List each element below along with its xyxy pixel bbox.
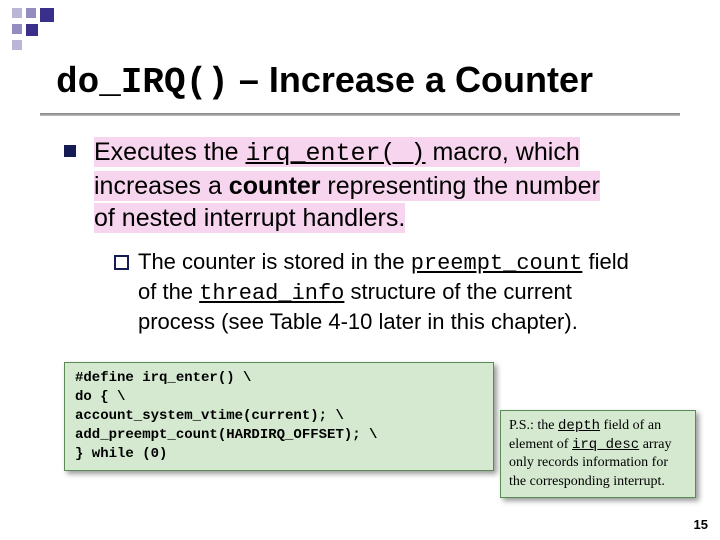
- t: P.S.: the: [509, 418, 558, 433]
- t: Executes the: [94, 138, 245, 166]
- t: process (see Table 4-10 later in this ch…: [138, 309, 578, 334]
- t: macro, which: [426, 138, 580, 166]
- corner-decoration: [0, 0, 120, 70]
- t: field: [582, 249, 628, 274]
- code-thread-info: thread_info: [199, 281, 344, 306]
- t: representing the number: [320, 172, 599, 200]
- code-irq-enter: irq_enter( ): [245, 139, 425, 168]
- sub-bullets: The counter is stored in the preempt_cou…: [60, 248, 678, 336]
- code-line: } while (0): [75, 446, 167, 462]
- ps-note: P.S.: the depth field of an element of i…: [500, 410, 696, 498]
- code-irq-desc: irq_desc: [572, 437, 639, 453]
- page-number: 15: [694, 517, 708, 532]
- code-line: add_preempt_count(HARDIRQ_OFFSET); \: [75, 427, 377, 443]
- code-depth: depth: [558, 418, 600, 434]
- t: The counter is stored in the: [138, 249, 411, 274]
- t: counter: [229, 172, 321, 200]
- t: of the: [138, 279, 199, 304]
- t: structure of the current: [344, 279, 571, 304]
- code-line: do { \: [75, 389, 125, 405]
- bullet-main: Executes the irq_enter( ) macro, which i…: [60, 136, 678, 234]
- t: of nested interrupt handlers.: [94, 204, 405, 232]
- code-block: #define irq_enter() \ do { \ account_sys…: [64, 362, 494, 470]
- title-rest: – Increase a Counter: [229, 59, 593, 100]
- code-preempt-count: preempt_count: [411, 251, 583, 276]
- t: increases a: [94, 172, 229, 200]
- code-line: account_system_vtime(current); \: [75, 408, 344, 424]
- bullet-sub: The counter is stored in the preempt_cou…: [114, 248, 678, 336]
- code-line: #define irq_enter() \: [75, 370, 251, 386]
